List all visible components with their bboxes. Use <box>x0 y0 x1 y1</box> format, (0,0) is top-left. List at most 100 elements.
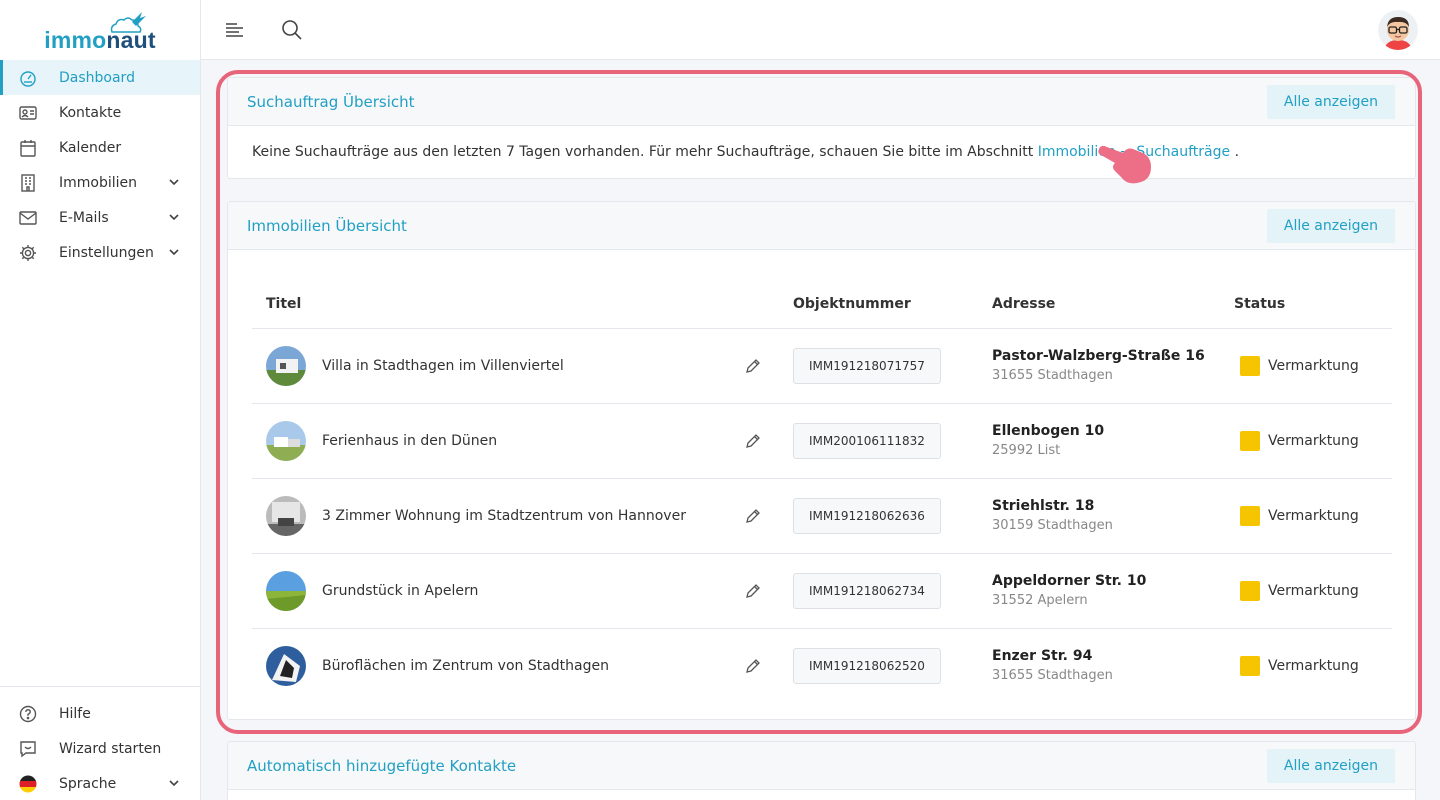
pencil-icon[interactable] <box>743 356 763 376</box>
property-title[interactable]: Grundstück in Apelern <box>322 583 743 599</box>
contacts-icon <box>18 103 38 123</box>
card-header: Suchauftrag Übersicht Alle anzeigen <box>228 78 1415 126</box>
status-indicator <box>1240 355 1260 376</box>
pencil-icon[interactable] <box>743 431 763 451</box>
sidebar-item-label: Sprache <box>59 775 117 792</box>
address-street: Striehlstr. 18 <box>992 498 1095 514</box>
rocket-logo-icon <box>110 12 146 33</box>
empty-message: Keine Suchaufträge aus den letzten 7 Tag… <box>228 126 1415 178</box>
sidebar-item-label: Kontakte <box>59 104 122 121</box>
cell-title: Büroflächen im Zentrum von Stadthagen <box>252 628 779 703</box>
properties-table: Titel Objektnummer Adresse Status Villa … <box>252 280 1392 703</box>
table-row[interactable]: 3 Zimmer Wohnung im Stadtzentrum von Han… <box>252 478 1392 554</box>
pencil-icon[interactable] <box>743 656 763 676</box>
show-all-contacts-button[interactable]: Alle anzeigen <box>1266 748 1395 783</box>
object-number[interactable]: IMM191218062520 <box>793 647 941 684</box>
pointing-hand-icon <box>1098 145 1151 184</box>
object-number[interactable]: IMM191218062734 <box>793 572 941 609</box>
gear-icon <box>18 243 38 263</box>
german-flag-icon <box>18 774 38 794</box>
column-header-objnr[interactable]: Objektnummer <box>779 280 978 329</box>
property-title[interactable]: Büroflächen im Zentrum von Stadthagen <box>322 658 743 674</box>
immonaut-logo[interactable]: immonaut <box>0 0 200 60</box>
property-thumbnail[interactable] <box>266 420 306 461</box>
sidebar-item-kontakte[interactable]: Kontakte <box>0 95 200 130</box>
cell-title: Ferienhaus in den Dünen <box>252 403 779 479</box>
column-header-address[interactable]: Adresse <box>978 280 1220 329</box>
cell-objnr: IMM191218062636 <box>779 478 978 554</box>
sidebar-item-kalender[interactable]: Kalender <box>0 130 200 165</box>
chevron-down-icon <box>168 212 180 224</box>
pencil-icon[interactable] <box>743 506 763 526</box>
cell-address: Enzer Str. 94 31655 Stadthagen <box>978 628 1220 703</box>
address-street: Enzer Str. 94 <box>992 648 1093 665</box>
sidebar-item-label: Einstellungen <box>59 244 154 261</box>
sidebar-item-label: Hilfe <box>59 705 91 722</box>
status-label: Vermarktung <box>1268 432 1359 449</box>
cell-objnr: IMM191218062520 <box>779 628 978 703</box>
sidebar-item-label: Dashboard <box>59 69 135 86</box>
pencil-icon[interactable] <box>743 581 763 601</box>
property-thumbnail[interactable] <box>266 645 306 686</box>
address-city: 25992 List <box>992 443 1061 458</box>
address-street: Pastor-Walzberg-Straße 16 <box>992 348 1205 364</box>
cell-address: Striehlstr. 18 30159 Stadthagen <box>978 478 1220 554</box>
status-indicator <box>1240 430 1260 451</box>
cell-address: Pastor-Walzberg-Straße 16 31655 Stadthage… <box>978 328 1220 404</box>
table-header-row: Titel Objektnummer Adresse Status <box>252 280 1392 329</box>
cell-status: Vermarktung <box>1220 403 1392 479</box>
column-header-title[interactable]: Titel <box>252 280 779 329</box>
object-number[interactable]: IMM191218062636 <box>793 497 941 534</box>
cell-title: Villa in Stadthagen im Villenviertel <box>252 328 779 404</box>
property-thumbnail[interactable] <box>266 345 306 386</box>
properties-card: Immobilien Übersicht Alle anzeigen Titel… <box>227 201 1416 720</box>
property-title[interactable]: Villa in Stadthagen im Villenviertel <box>322 358 743 374</box>
status-label: Vermarktung <box>1268 582 1359 599</box>
property-title[interactable]: Ferienhaus in den Dünen <box>322 433 743 449</box>
status-label: Vermarktung <box>1268 657 1359 674</box>
cell-status: Vermarktung <box>1220 553 1392 629</box>
status-indicator <box>1240 505 1260 526</box>
card-header: Immobilien Übersicht Alle anzeigen <box>228 202 1415 250</box>
mail-icon <box>18 208 38 228</box>
cell-status: Vermarktung <box>1220 628 1392 703</box>
user-avatar[interactable] <box>1378 10 1418 50</box>
empty-message-text: Keine Suchaufträge aus den letzten 7 Tag… <box>252 144 1034 160</box>
sidebar-item-wizard[interactable]: Wizard starten <box>0 731 200 766</box>
property-title[interactable]: 3 Zimmer Wohnung im Stadtzentrum von Han… <box>322 508 743 524</box>
table-row[interactable]: Büroflächen im Zentrum von Stadthagen IMM… <box>252 628 1392 703</box>
sidebar-item-hilfe[interactable]: Hilfe <box>0 696 200 731</box>
wizard-icon <box>18 739 38 759</box>
show-all-search-orders-button[interactable]: Alle anzeigen <box>1266 84 1395 119</box>
show-all-properties-button[interactable]: Alle anzeigen <box>1266 208 1395 243</box>
address-street: Appeldorner Str. 10 <box>992 573 1147 589</box>
object-number[interactable]: IMM200106111832 <box>793 422 941 459</box>
property-thumbnail[interactable] <box>266 570 306 611</box>
address-city: 31655 Stadthagen <box>992 668 1113 684</box>
main-nav: Dashboard Kontakte Kalender Immobilien E… <box>0 60 200 270</box>
cell-objnr: IMM191218071757 <box>779 328 978 404</box>
card-title: Immobilien Übersicht <box>247 216 407 235</box>
sidebar-item-label: Immobilien <box>59 174 138 191</box>
sidebar-item-immobilien[interactable]: Immobilien <box>0 165 200 200</box>
sidebar-item-sprache[interactable]: Sprache <box>0 766 200 800</box>
chevron-down-icon <box>168 778 180 790</box>
table-row[interactable]: Grundstück in Apelern IMM191218062734 Appe… <box>252 553 1392 629</box>
property-thumbnail[interactable] <box>266 495 306 536</box>
table-row[interactable]: Ferienhaus in den Dünen IMM200106111832 El… <box>252 403 1392 479</box>
table-row[interactable]: Villa in Stadthagen im Villenviertel IMM1… <box>252 328 1392 404</box>
column-header-status[interactable]: Status <box>1220 280 1392 329</box>
card-title: Automatisch hinzugefügte Kontakte <box>247 756 517 775</box>
search-icon[interactable] <box>280 18 304 42</box>
chevron-down-icon <box>168 177 180 189</box>
menu-toggle-icon[interactable] <box>223 18 247 42</box>
sidebar-item-label: Wizard starten <box>59 740 162 757</box>
sidebar-item-einstellungen[interactable]: Einstellungen <box>0 235 200 270</box>
card-header: Automatisch hinzugefügte Kontakte Alle a… <box>228 742 1415 790</box>
sidebar-item-emails[interactable]: E-Mails <box>0 200 200 235</box>
sidebar: immonaut Dashboard Kontakte Kalender Imm… <box>0 0 201 800</box>
object-number[interactable]: IMM191218071757 <box>793 347 941 384</box>
sidebar-item-dashboard[interactable]: Dashboard <box>0 60 200 95</box>
cell-status: Vermarktung <box>1220 328 1392 404</box>
cell-address: Appeldorner Str. 10 31552 Apelern <box>978 553 1220 629</box>
